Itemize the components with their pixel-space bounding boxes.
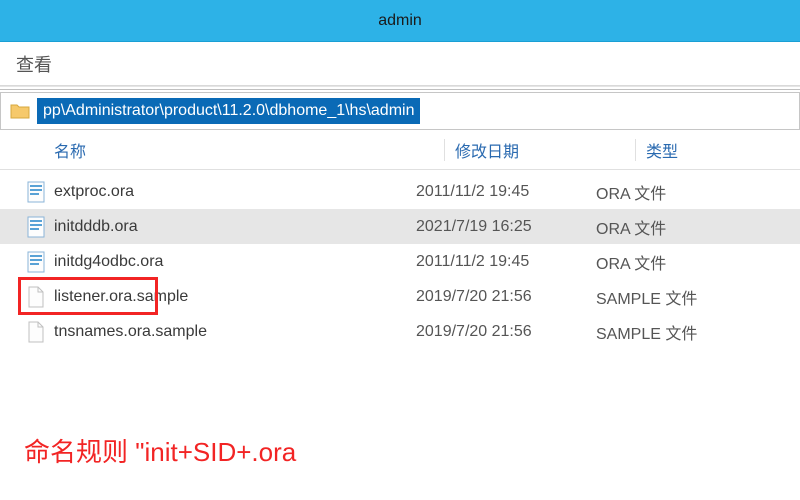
notepad-file-icon — [26, 180, 46, 204]
file-name-cell: extproc.ora — [26, 180, 416, 204]
file-row[interactable]: initdg4odbc.ora 2011/11/2 19:45ORA 文件 — [0, 244, 800, 279]
file-name: extproc.ora — [54, 183, 134, 201]
file-type: ORA 文件 — [596, 215, 800, 239]
file-name-cell: initdddb.ora — [26, 215, 416, 239]
menubar: 查看 — [0, 42, 800, 86]
notepad-file-icon — [26, 215, 46, 239]
folder-icon — [9, 100, 31, 122]
file-type: ORA 文件 — [596, 180, 800, 204]
column-header-name[interactable]: 名称 — [54, 138, 444, 162]
column-header-type[interactable]: 类型 — [646, 138, 800, 162]
window-title: admin — [378, 12, 422, 30]
file-row[interactable]: initdddb.ora 2021/7/19 16:25ORA 文件 — [0, 209, 800, 244]
file-modified: 2021/7/19 16:25 — [416, 218, 596, 236]
file-type: SAMPLE 文件 — [596, 320, 800, 344]
file-name: listener.ora.sample — [54, 288, 188, 306]
file-modified: 2011/11/2 19:45 — [416, 253, 596, 271]
file-modified: 2011/11/2 19:45 — [416, 183, 596, 201]
file-name-cell: initdg4odbc.ora — [26, 250, 416, 274]
generic-file-icon — [26, 320, 46, 344]
file-modified: 2019/7/20 21:56 — [416, 288, 596, 306]
file-name: initdddb.ora — [54, 218, 138, 236]
file-name: tnsnames.ora.sample — [54, 323, 207, 341]
address-bar[interactable]: pp\Administrator\product\11.2.0\dbhome_1… — [0, 92, 800, 130]
list-header: 名称 修改日期 类型 — [0, 130, 800, 170]
generic-file-icon — [26, 285, 46, 309]
file-type: SAMPLE 文件 — [596, 285, 800, 309]
address-path[interactable]: pp\Administrator\product\11.2.0\dbhome_1… — [37, 98, 420, 124]
file-list: extproc.ora2011/11/2 19:45ORA 文件initdddb… — [0, 170, 800, 349]
file-row[interactable]: listener.ora.sample 2019/7/20 21:56SAMPLE… — [0, 279, 800, 314]
column-header-modified[interactable]: 修改日期 — [455, 138, 635, 162]
file-row[interactable]: tnsnames.ora.sample 2019/7/20 21:56SAMPLE… — [0, 314, 800, 349]
file-type: ORA 文件 — [596, 250, 800, 274]
file-name-cell: tnsnames.ora.sample — [26, 320, 416, 344]
window-titlebar: admin — [0, 0, 800, 42]
file-row[interactable]: extproc.ora 2011/11/2 19:45ORA 文件 — [0, 174, 800, 209]
file-name: initdg4odbc.ora — [54, 253, 163, 271]
file-modified: 2019/7/20 21:56 — [416, 323, 596, 341]
annotation-text: 命名规则 "init+SID+.ora — [24, 432, 296, 469]
menu-view[interactable]: 查看 — [16, 51, 52, 77]
column-separator[interactable] — [444, 139, 445, 161]
toolbar-separator — [0, 86, 800, 90]
file-name-cell: listener.ora.sample — [26, 285, 416, 309]
notepad-file-icon — [26, 250, 46, 274]
column-separator[interactable] — [635, 139, 636, 161]
